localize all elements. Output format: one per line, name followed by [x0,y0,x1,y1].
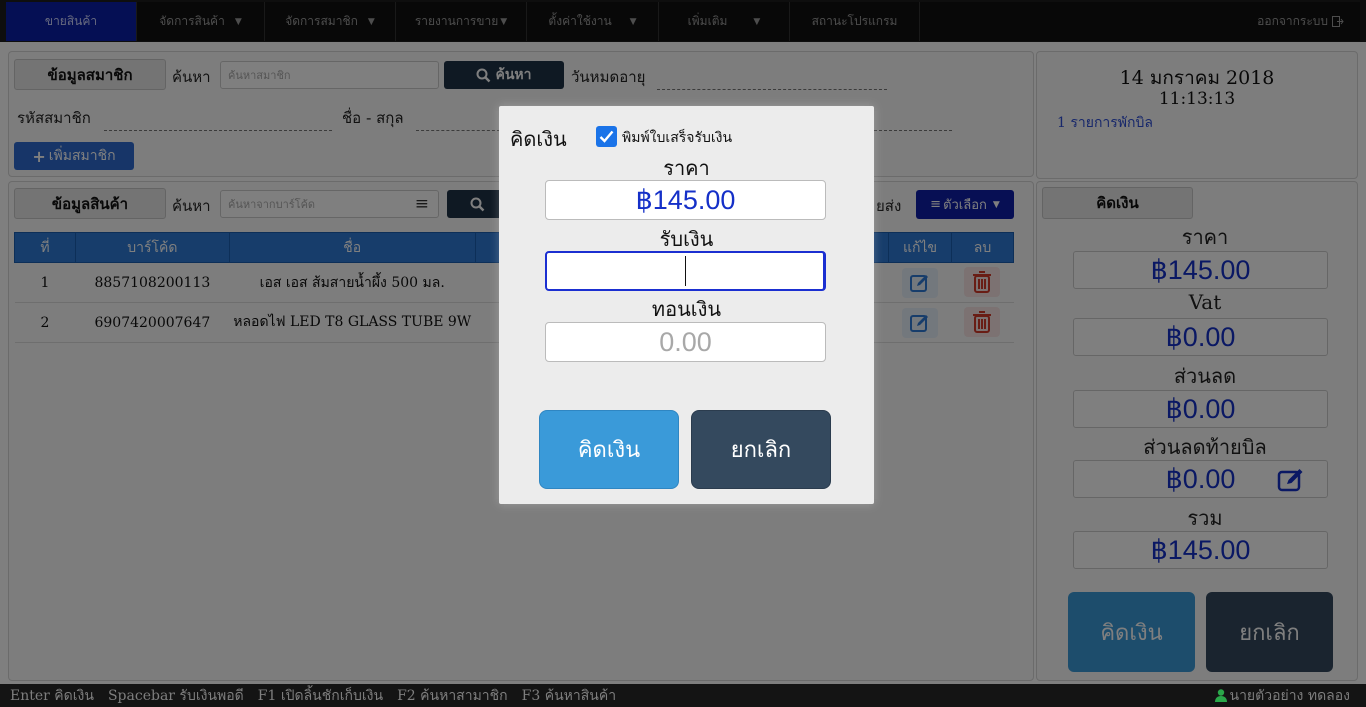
user-name: นายตัวอย่าง ทดลอง [1229,687,1351,704]
text-cursor [684,256,686,286]
print-receipt-checkbox[interactable] [596,126,617,147]
change-amount-field: 0.00 [545,322,826,362]
checkmark-icon [599,130,614,143]
shortcut-hint: F1 เปิดลิ้นชักเก็บเงิน [257,687,384,704]
modal-title: คิดเงิน [510,127,567,151]
modal-cancel-button[interactable]: ยกเลิก [691,410,831,489]
user-icon [1214,689,1227,702]
shortcut-hint: Spacebar รับเงินพอดี [107,687,244,704]
modal-price-field: ฿145.00 [545,180,826,220]
shortcut-hint: F3 ค้นหาสินค้า [521,687,617,704]
status-bar: Enter คิดเงิน Spacebar รับเงินพอดี F1 เป… [0,684,1366,707]
shortcut-hint: Enter คิดเงิน [10,687,94,704]
shortcut-hint: F2 ค้นหาสามาชิก [397,687,508,704]
received-amount-input[interactable] [545,251,826,291]
print-receipt-label: พิมพ์ใบเสร็จรับเงิน [622,130,733,146]
current-user: นายตัวอย่าง ทดลอง [1214,685,1351,707]
modal-change-label: ทอนเงิน [651,297,722,321]
payment-modal: คิดเงิน พิมพ์ใบเสร็จรับเงิน ราคา ฿145.00… [499,106,874,504]
modal-pay-button[interactable]: คิดเงิน [539,410,679,489]
